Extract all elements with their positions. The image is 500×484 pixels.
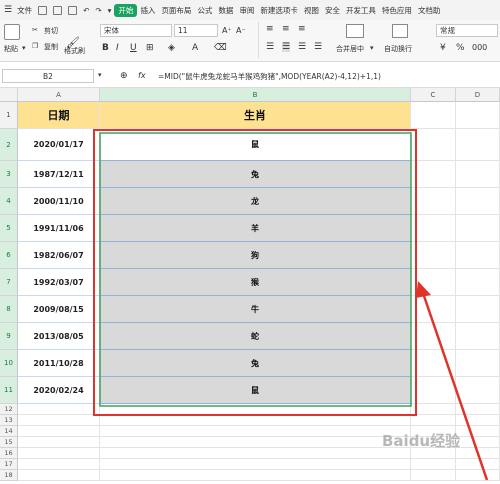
- red-arrow-head: [416, 281, 431, 298]
- annotation-overlay: [93, 129, 489, 481]
- selection-border: [99, 132, 412, 407]
- watermark: Baidu经验: [382, 432, 461, 450]
- red-highlight-box: [93, 129, 417, 416]
- red-arrow-line: [421, 292, 489, 481]
